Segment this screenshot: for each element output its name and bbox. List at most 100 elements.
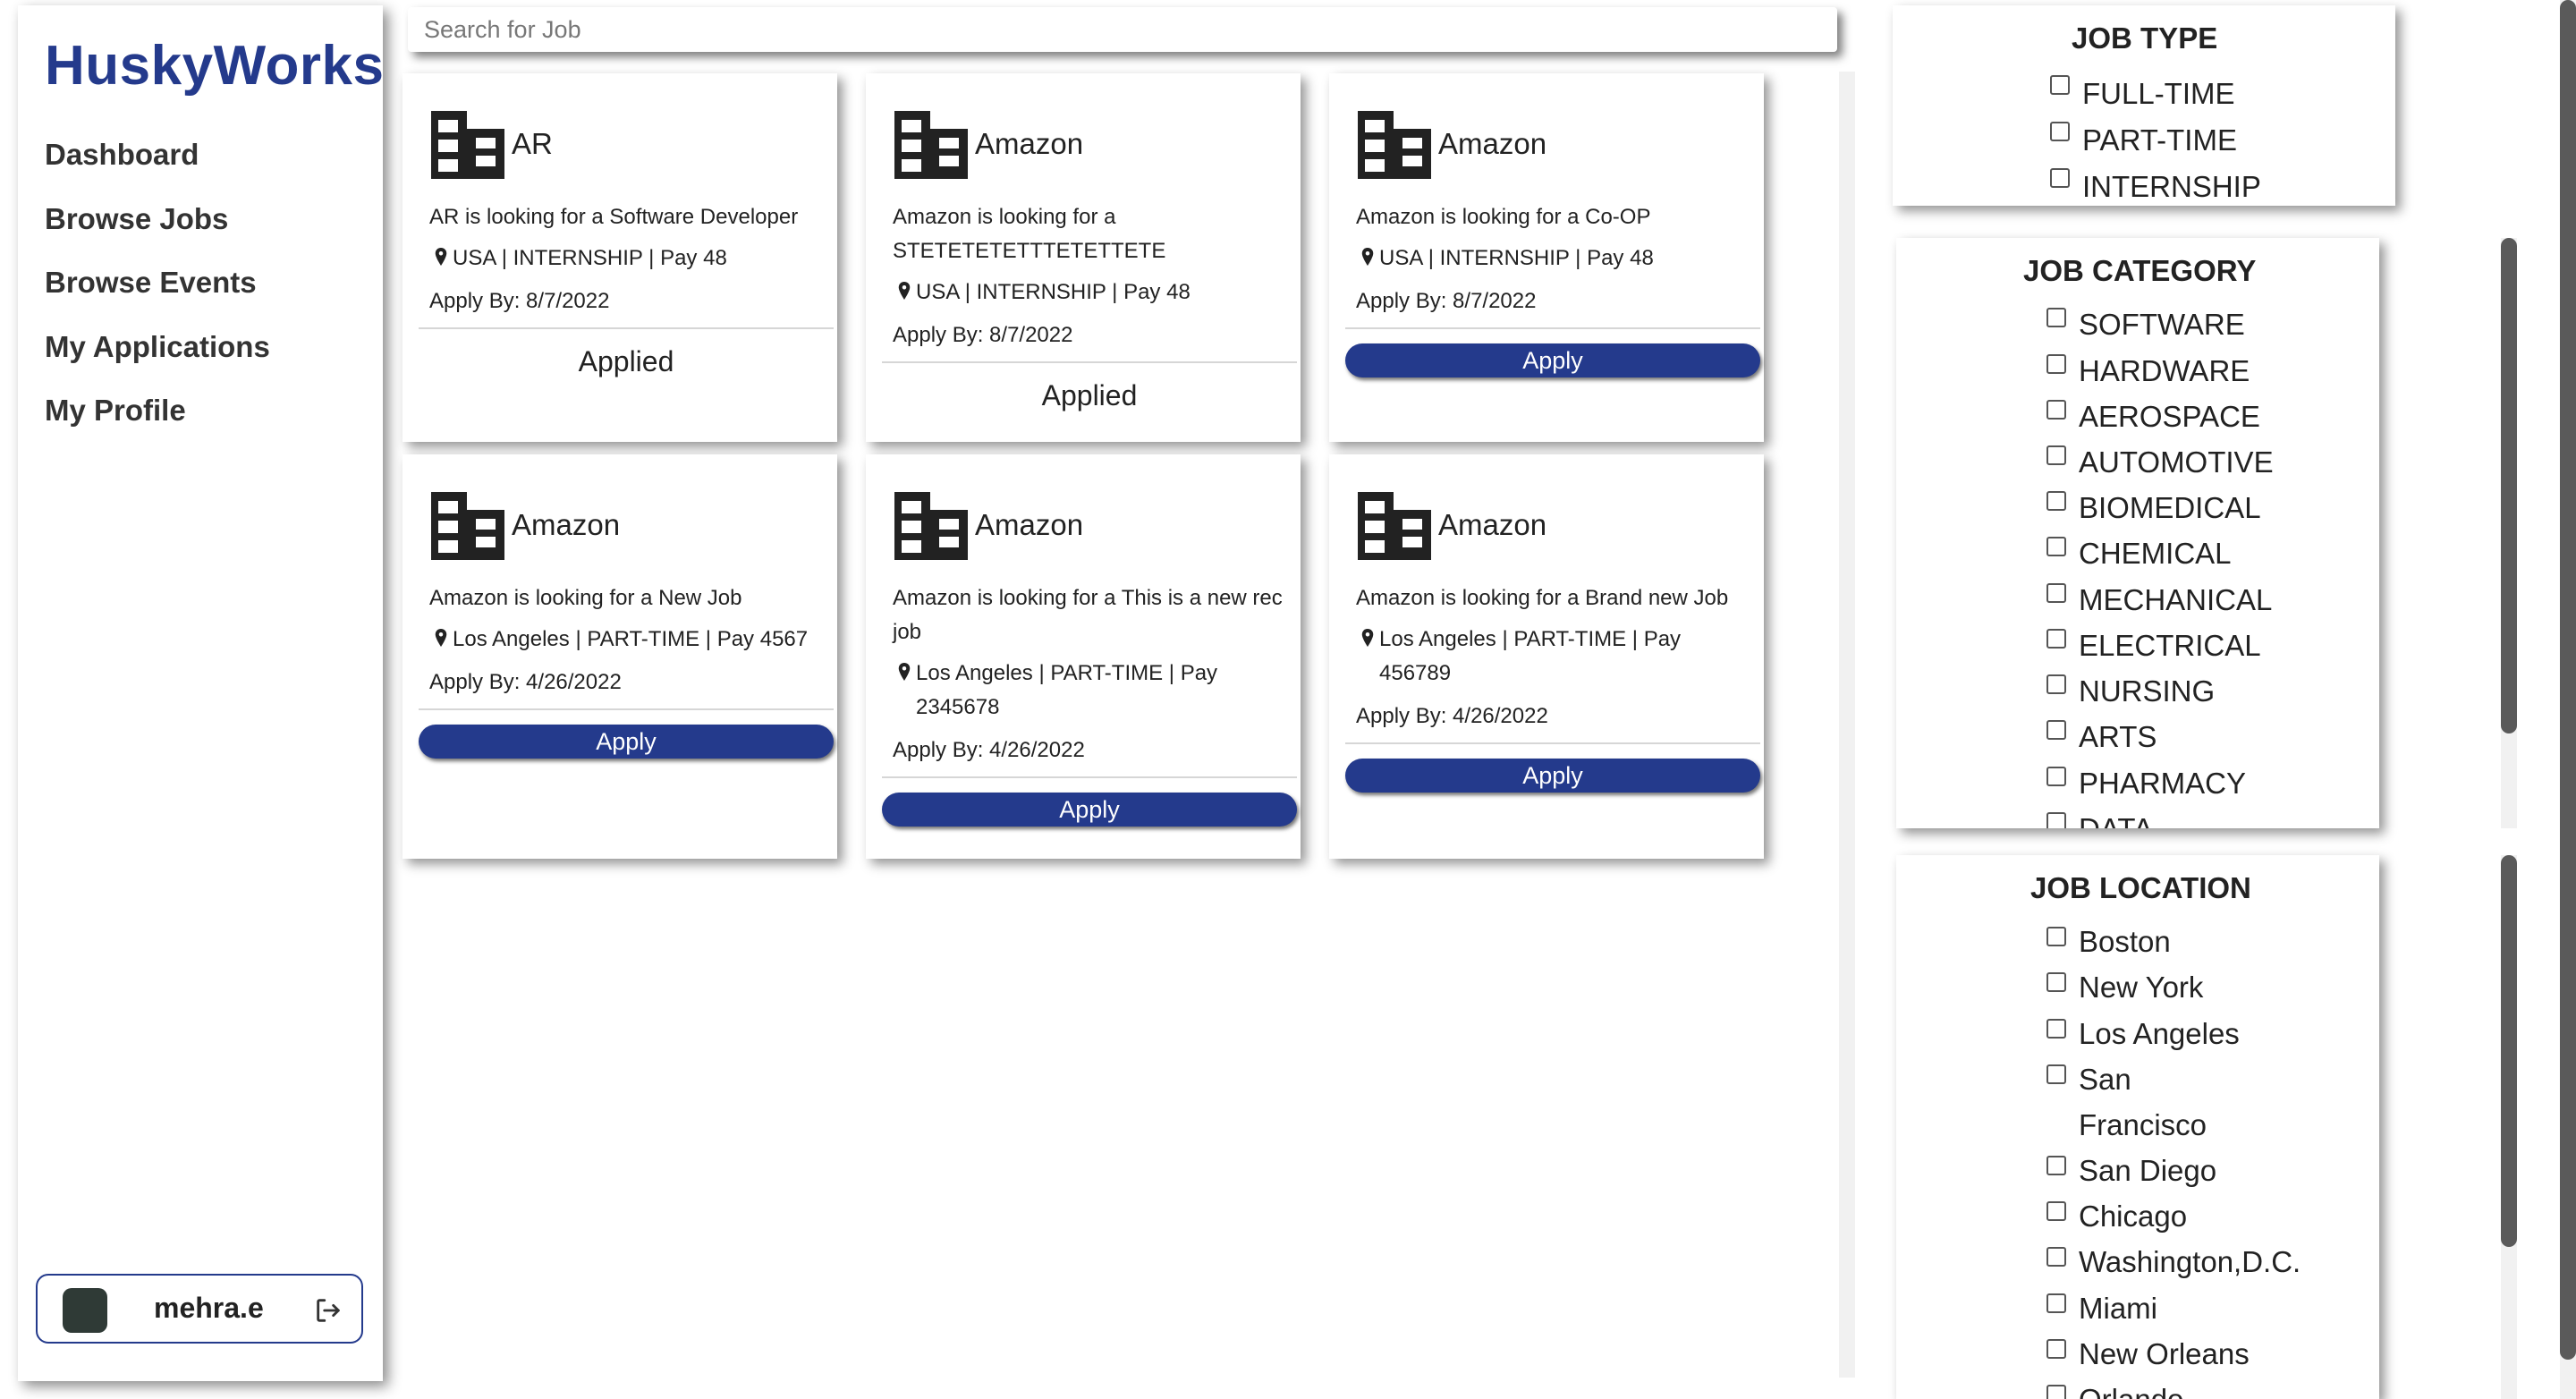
option-san-francisco[interactable]: San xyxy=(2079,1063,2131,1097)
username: mehra.e xyxy=(154,1292,264,1324)
option-san-diego[interactable]: San Diego xyxy=(2079,1154,2216,1188)
option-san-francisco-line2[interactable]: Francisco xyxy=(2079,1108,2207,1142)
checkbox-data[interactable] xyxy=(2046,812,2066,828)
option-chemical[interactable]: CHEMICAL xyxy=(2079,537,2232,571)
job-description: AR is looking for a Software Developer xyxy=(429,205,799,229)
job-grid-scrollbar[interactable] xyxy=(1839,72,1855,1378)
checkbox-part-time[interactable] xyxy=(2050,122,2070,141)
company-name: Amazon xyxy=(975,127,1084,160)
option-software[interactable]: SOFTWARE xyxy=(2079,308,2245,342)
applied-status: Applied xyxy=(578,345,674,377)
job-location: Los Angeles | PART-TIME | Pay 4567 xyxy=(453,627,809,651)
job-card: Amazon Amazon is looking for a New Job L… xyxy=(402,454,837,859)
company-name: Amazon xyxy=(512,508,621,541)
apply-by-date: Apply By: 4/26/2022 xyxy=(429,670,622,694)
option-orlando[interactable]: Orlando xyxy=(2079,1383,2183,1399)
checkbox-hardware[interactable] xyxy=(2046,354,2066,374)
apply-button[interactable]: Apply xyxy=(1345,759,1760,793)
checkbox-aerospace[interactable] xyxy=(2046,400,2066,420)
location-pin-icon xyxy=(435,248,447,266)
option-mechanical[interactable]: MECHANICAL xyxy=(2079,583,2272,617)
apply-button[interactable]: Apply xyxy=(419,725,834,759)
job-location: USA | INTERNSHIP | Pay 48 xyxy=(1379,246,1654,270)
location-pin-icon xyxy=(1361,248,1374,266)
checkbox-biomedical[interactable] xyxy=(2046,491,2066,511)
checkbox-new-york[interactable] xyxy=(2046,972,2066,992)
checkbox-chicago[interactable] xyxy=(2046,1201,2066,1221)
apply-button[interactable]: Apply xyxy=(882,793,1297,827)
divider xyxy=(419,327,834,329)
checkbox-washington-dc[interactable] xyxy=(2046,1247,2066,1267)
job-category-title: JOB CATEGORY xyxy=(2023,254,2257,287)
building-icon xyxy=(431,492,504,560)
checkbox-mechanical[interactable] xyxy=(2046,583,2066,603)
page-scrollbar-thumb[interactable] xyxy=(2560,0,2576,1360)
option-new-orleans[interactable]: New Orleans xyxy=(2079,1337,2250,1371)
option-chicago[interactable]: Chicago xyxy=(2079,1200,2187,1234)
nav-dashboard[interactable]: Dashboard xyxy=(45,132,270,197)
checkbox-electrical[interactable] xyxy=(2046,629,2066,649)
apply-button[interactable]: Apply xyxy=(1345,343,1760,377)
apply-by-date: Apply By: 4/26/2022 xyxy=(1356,704,1548,728)
apply-by-date: Apply By: 8/7/2022 xyxy=(429,289,610,313)
location-scrollbar-thumb[interactable] xyxy=(2501,855,2517,1247)
brand-logo[interactable]: HuskyWorks xyxy=(45,34,384,98)
option-pharmacy[interactable]: PHARMACY xyxy=(2079,767,2246,801)
checkbox-arts[interactable] xyxy=(2046,720,2066,740)
checkbox-new-orleans[interactable] xyxy=(2046,1339,2066,1359)
building-icon xyxy=(431,111,504,179)
checkbox-chemical[interactable] xyxy=(2046,537,2066,556)
job-location-title: JOB LOCATION xyxy=(2030,871,2251,904)
option-data[interactable]: DATA xyxy=(2079,812,2153,828)
option-aerospace[interactable]: AEROSPACE xyxy=(2079,400,2260,434)
checkbox-internship[interactable] xyxy=(2050,168,2070,188)
nav-browse-events[interactable]: Browse Events xyxy=(45,260,270,325)
option-washington-dc[interactable]: Washington,D.C. xyxy=(2079,1245,2301,1279)
checkbox-software[interactable] xyxy=(2046,308,2066,327)
job-location-filter: JOB LOCATION Boston New York Los Angeles… xyxy=(1896,855,2379,1399)
apply-by-date: Apply By: 4/26/2022 xyxy=(893,738,1085,762)
apply-by-date: Apply By: 8/7/2022 xyxy=(893,323,1073,347)
sidebar-nav: Dashboard Browse Jobs Browse Events My A… xyxy=(45,132,270,453)
job-description: Amazon is looking for a Co-OP xyxy=(1356,205,1651,229)
option-new-york[interactable]: New York xyxy=(2079,971,2203,1005)
checkbox-orlando[interactable] xyxy=(2046,1385,2066,1399)
checkbox-miami[interactable] xyxy=(2046,1293,2066,1313)
category-scrollbar-thumb[interactable] xyxy=(2501,238,2517,733)
option-part-time[interactable]: PART-TIME xyxy=(2082,123,2237,157)
job-location: Los Angeles | PART-TIME | Pay 2345678 xyxy=(916,661,1218,719)
option-los-angeles[interactable]: Los Angeles xyxy=(2079,1017,2240,1051)
option-hardware[interactable]: HARDWARE xyxy=(2079,354,2250,388)
checkbox-pharmacy[interactable] xyxy=(2046,767,2066,786)
option-automotive[interactable]: AUTOMOTIVE xyxy=(2079,445,2274,479)
divider xyxy=(882,361,1297,363)
job-description: Amazon is looking for a Brand new Job xyxy=(1356,586,1729,610)
option-miami[interactable]: Miami xyxy=(2079,1292,2157,1326)
checkbox-full-time[interactable] xyxy=(2050,75,2070,95)
checkbox-automotive[interactable] xyxy=(2046,445,2066,465)
job-location: Los Angeles | PART-TIME | Pay 456789 xyxy=(1379,627,1682,685)
option-nursing[interactable]: NURSING xyxy=(2079,674,2215,708)
job-description: Amazon is looking for a STETETETETTTETET… xyxy=(893,205,1166,263)
checkbox-san-diego[interactable] xyxy=(2046,1156,2066,1175)
job-card: Amazon Amazon is looking for a Brand new… xyxy=(1329,454,1764,859)
option-full-time[interactable]: FULL-TIME xyxy=(2082,77,2235,111)
checkbox-san-francisco[interactable] xyxy=(2046,1064,2066,1084)
option-electrical[interactable]: ELECTRICAL xyxy=(2079,629,2261,663)
option-biomedical[interactable]: BIOMEDICAL xyxy=(2079,491,2261,525)
checkbox-los-angeles[interactable] xyxy=(2046,1019,2066,1039)
apply-by-date: Apply By: 8/7/2022 xyxy=(1356,289,1537,313)
avatar xyxy=(63,1288,107,1333)
divider xyxy=(1345,742,1760,744)
logout-icon[interactable] xyxy=(313,1295,343,1326)
nav-my-profile[interactable]: My Profile xyxy=(45,388,270,453)
search-input[interactable] xyxy=(408,7,1837,52)
nav-browse-jobs[interactable]: Browse Jobs xyxy=(45,197,270,261)
checkbox-nursing[interactable] xyxy=(2046,674,2066,694)
job-category-filter: JOB CATEGORY SOFTWARE HARDWARE AEROSPACE… xyxy=(1896,238,2379,828)
option-internship[interactable]: INTERNSHIP xyxy=(2082,170,2261,204)
option-arts[interactable]: ARTS xyxy=(2079,720,2157,754)
nav-my-applications[interactable]: My Applications xyxy=(45,325,270,389)
option-boston[interactable]: Boston xyxy=(2079,925,2171,959)
checkbox-boston[interactable] xyxy=(2046,927,2066,946)
